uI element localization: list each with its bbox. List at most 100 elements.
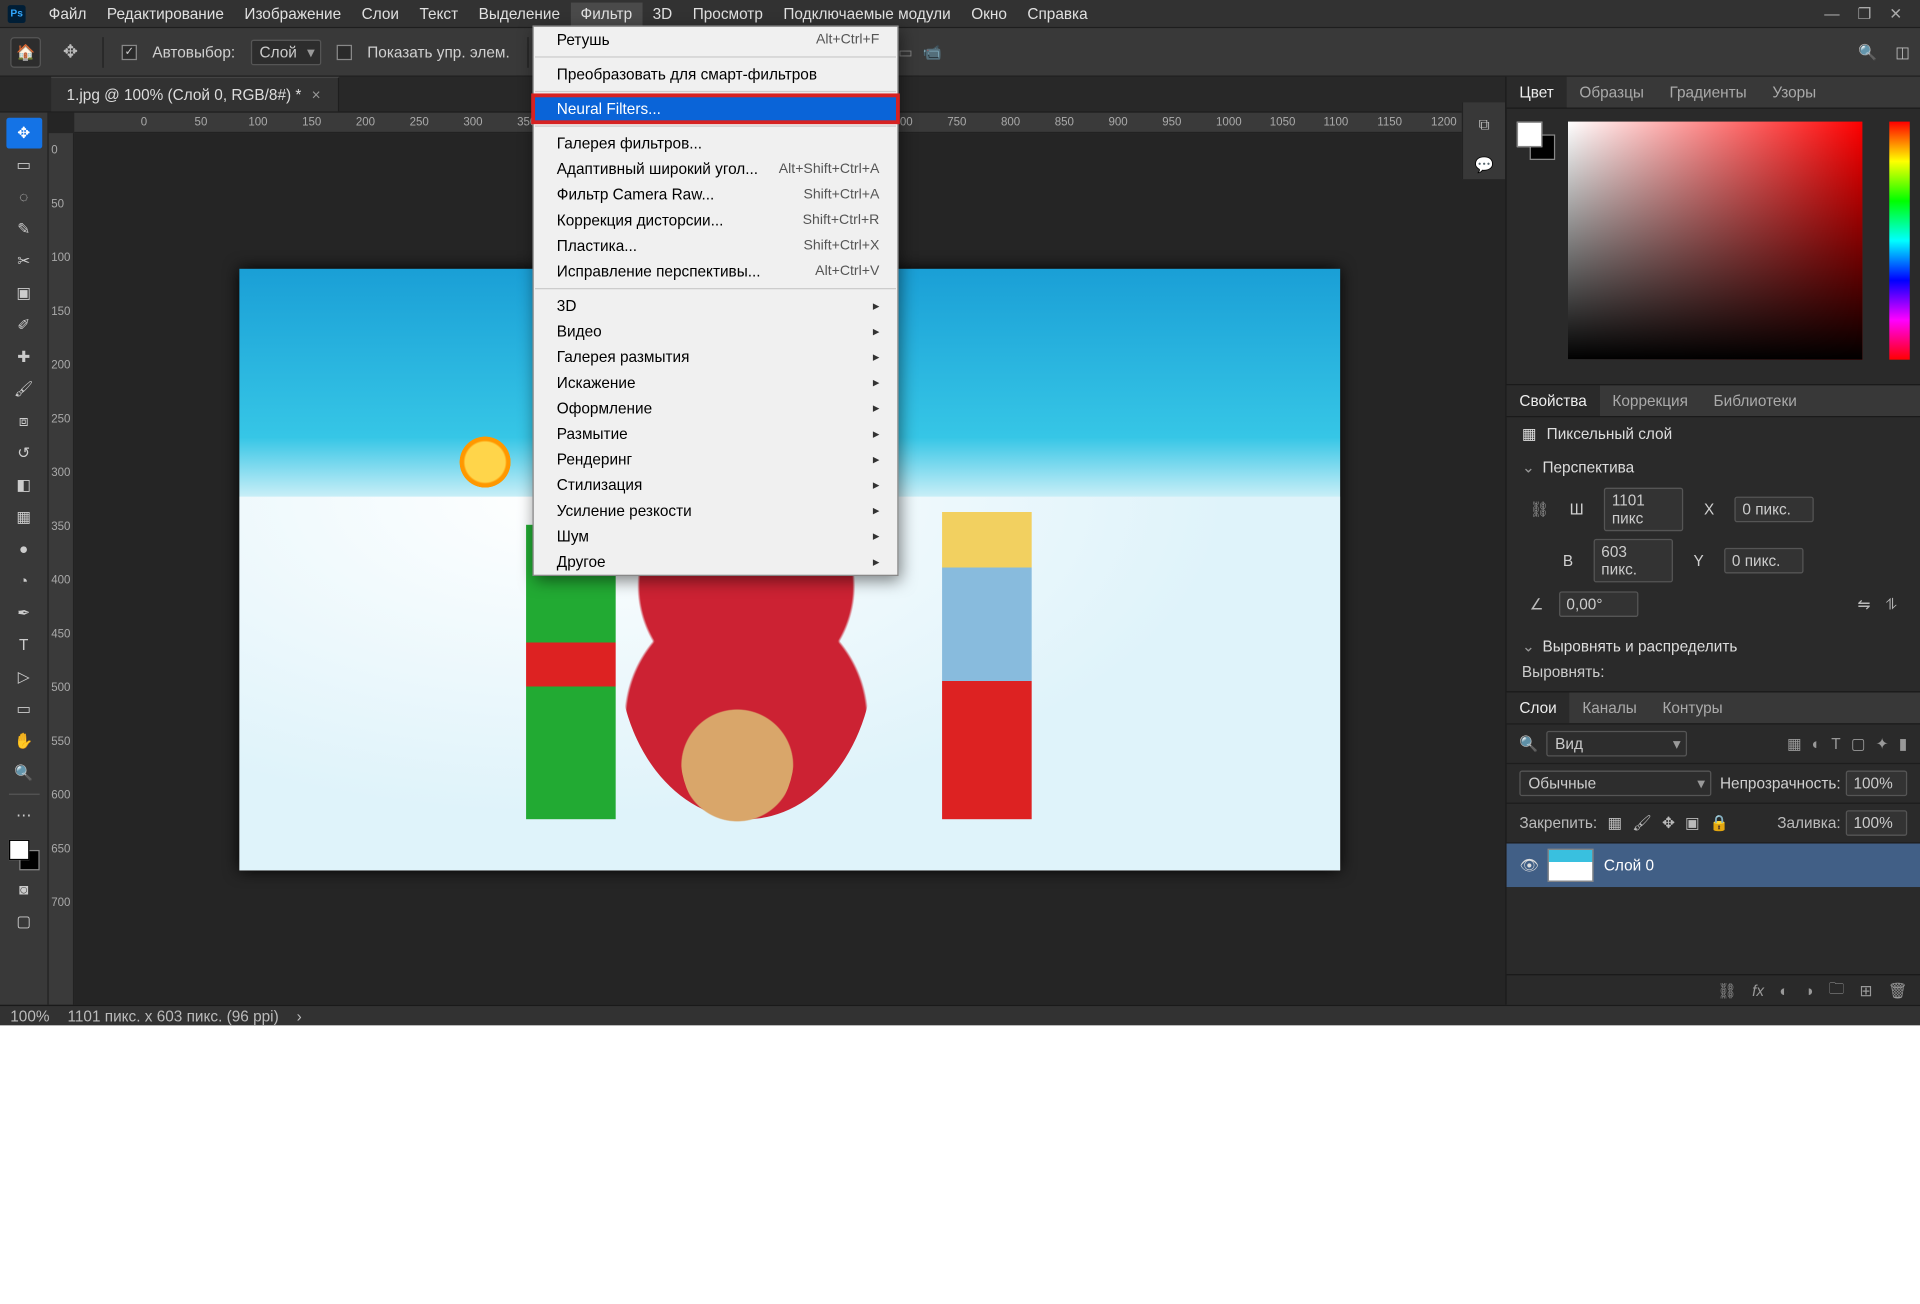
menu-item-рендеринг[interactable]: Рендеринг <box>534 447 898 473</box>
tab-контуры[interactable]: Контуры <box>1650 692 1736 723</box>
tab-градиенты[interactable]: Градиенты <box>1657 77 1760 108</box>
eraser-tool[interactable]: ◧ <box>6 470 42 501</box>
fx-icon[interactable]: fx <box>1752 981 1764 999</box>
layer-row[interactable]: 👁 Слой 0 <box>1507 844 1920 888</box>
menu-item-другое[interactable]: Другое <box>534 549 898 575</box>
menu-item-коррекция-дисторсии-[interactable]: Коррекция дисторсии...Shift+Ctrl+R <box>534 207 898 233</box>
filter-adjust-icon[interactable]: ◐ <box>1812 735 1821 753</box>
hue-slider[interactable] <box>1889 122 1909 360</box>
filter-pixel-icon[interactable]: ▦ <box>1787 735 1802 753</box>
edit-toolbar-icon[interactable]: ⋯ <box>6 800 42 831</box>
path-select-tool[interactable]: ▷ <box>6 662 42 693</box>
move-tool[interactable]: ✥ <box>6 118 42 149</box>
layer-thumbnail[interactable] <box>1548 849 1594 882</box>
menu-подключаемые модули[interactable]: Подключаемые модули <box>773 2 961 25</box>
stamp-tool[interactable]: ⧈ <box>6 406 42 437</box>
auto-select-checkbox[interactable]: ✓ <box>122 44 137 59</box>
lock-brush-icon[interactable]: 🖌 <box>1632 814 1652 832</box>
filter-type-icon[interactable]: T <box>1831 735 1840 753</box>
filter-toggle-icon[interactable]: ▮ <box>1899 735 1907 753</box>
filter-kind-select[interactable]: Вид <box>1546 731 1687 757</box>
zoom-level[interactable]: 100% <box>10 1007 49 1025</box>
search-icon[interactable]: 🔍 <box>1858 43 1877 61</box>
tab-коррекция[interactable]: Коррекция <box>1600 385 1701 416</box>
menu-item-усиление-резкости[interactable]: Усиление резкости <box>534 498 898 524</box>
history-panel-icon[interactable]: ⧉ <box>1470 110 1498 138</box>
gradient-tool[interactable]: ▦ <box>6 502 42 533</box>
layer-name[interactable]: Слой 0 <box>1604 856 1654 874</box>
align-section-label[interactable]: Выровнять и распределить <box>1542 637 1737 655</box>
menu-item-neural-filters-[interactable]: Neural Filters... <box>534 96 898 122</box>
menu-изображение[interactable]: Изображение <box>234 2 351 25</box>
screenmode-icon[interactable]: ▢ <box>6 906 42 937</box>
link-wh-icon[interactable]: ⛓ <box>1530 500 1550 518</box>
tab-образцы[interactable]: Образцы <box>1567 77 1657 108</box>
menu-item-галерея-фильтров-[interactable]: Галерея фильтров... <box>534 131 898 157</box>
fill-input[interactable]: 100% <box>1846 810 1907 836</box>
y-input[interactable]: 0 пикс. <box>1724 548 1803 574</box>
lock-artboard-icon[interactable]: ▣ <box>1685 814 1700 832</box>
menu-item-галерея-размытия[interactable]: Галерея размытия <box>534 344 898 370</box>
workspace-icon[interactable]: ◫ <box>1895 43 1910 61</box>
marquee-tool[interactable]: ▭ <box>6 150 42 181</box>
flip-v-icon[interactable]: ⥮ <box>1886 595 1897 614</box>
blur-tool[interactable]: ● <box>6 534 42 565</box>
comments-panel-icon[interactable]: 💬 <box>1470 151 1498 179</box>
menu-item-шум[interactable]: Шум <box>534 524 898 550</box>
lock-position-icon[interactable]: ✥ <box>1662 814 1675 832</box>
lock-all-icon[interactable]: 🔒 <box>1710 814 1729 832</box>
home-button[interactable]: 🏠 <box>10 36 41 67</box>
zoom-tool[interactable]: 🔍 <box>6 758 42 789</box>
menu-item-искажение[interactable]: Искажение <box>534 370 898 396</box>
tab-цвет[interactable]: Цвет <box>1507 77 1567 108</box>
hand-tool[interactable]: ✋ <box>6 726 42 757</box>
angle-input[interactable]: 0,00° <box>1559 591 1638 617</box>
menu-item-видео[interactable]: Видео <box>534 319 898 345</box>
menu-выделение[interactable]: Выделение <box>468 2 570 25</box>
shape-tool[interactable]: ▭ <box>6 694 42 725</box>
filter-kind-icon[interactable]: 🔍 <box>1519 735 1538 753</box>
brush-tool[interactable]: 🖌 <box>6 374 42 405</box>
auto-select-dropdown[interactable]: Слой <box>251 39 322 65</box>
tab-слои[interactable]: Слои <box>1507 692 1570 723</box>
color-field[interactable] <box>1568 122 1862 360</box>
minimize-icon[interactable]: — <box>1824 4 1839 22</box>
transform-section-label[interactable]: Перспектива <box>1542 458 1634 476</box>
menu-item-адаптивный-широкий-угол-[interactable]: Адаптивный широкий угол...Alt+Shift+Ctrl… <box>534 156 898 182</box>
healing-tool[interactable]: ✚ <box>6 342 42 373</box>
blend-mode-select[interactable]: Обычные <box>1519 771 1711 797</box>
foreground-background-swatch[interactable] <box>6 837 42 873</box>
filter-smart-icon[interactable]: ✦ <box>1876 735 1889 753</box>
lock-pixels-icon[interactable]: ▦ <box>1607 814 1622 832</box>
group-icon[interactable]: 🗀 <box>1829 977 1844 1004</box>
menu-item-ретушь[interactable]: РетушьAlt+Ctrl+F <box>534 27 898 53</box>
type-tool[interactable]: T <box>6 630 42 661</box>
menu-item-пластика-[interactable]: Пластика...Shift+Ctrl+X <box>534 233 898 259</box>
close-tab-icon[interactable]: × <box>312 86 321 104</box>
frame-tool[interactable]: ▣ <box>6 278 42 309</box>
delete-layer-icon[interactable]: 🗑 <box>1888 981 1908 999</box>
menu-фильтр[interactable]: Фильтр <box>570 2 642 25</box>
eyedropper-tool[interactable]: ✐ <box>6 310 42 341</box>
maximize-icon[interactable]: ❐ <box>1858 4 1872 22</box>
menu-редактирование[interactable]: Редактирование <box>97 2 235 25</box>
menu-item-преобразовать-для-смарт-фильтров[interactable]: Преобразовать для смарт-фильтров <box>534 61 898 87</box>
crop-tool[interactable]: ✂ <box>6 246 42 277</box>
adjustment-icon[interactable]: ◑ <box>1804 981 1813 999</box>
visibility-icon[interactable]: 👁 <box>1519 856 1537 874</box>
tab-библиотеки[interactable]: Библиотеки <box>1701 385 1810 416</box>
tab-свойства[interactable]: Свойства <box>1507 385 1600 416</box>
menu-item-стилизация[interactable]: Стилизация <box>534 472 898 498</box>
menu-окно[interactable]: Окно <box>961 2 1017 25</box>
filter-shape-icon[interactable]: ▢ <box>1851 735 1866 753</box>
quick-select-tool[interactable]: ✎ <box>6 214 42 245</box>
menu-item-3d[interactable]: 3D <box>534 293 898 319</box>
menu-файл[interactable]: Файл <box>38 2 96 25</box>
lasso-tool[interactable]: ◌ <box>6 182 42 213</box>
doc-info[interactable]: 1101 пикс. x 603 пикс. (96 ppi) <box>67 1007 278 1025</box>
menu-слои[interactable]: Слои <box>351 2 409 25</box>
quickmask-icon[interactable]: ◙ <box>6 874 42 905</box>
history-brush-tool[interactable]: ↺ <box>6 438 42 469</box>
dodge-tool[interactable]: ◔ <box>6 566 42 597</box>
menu-item-размытие[interactable]: Размытие <box>534 421 898 447</box>
